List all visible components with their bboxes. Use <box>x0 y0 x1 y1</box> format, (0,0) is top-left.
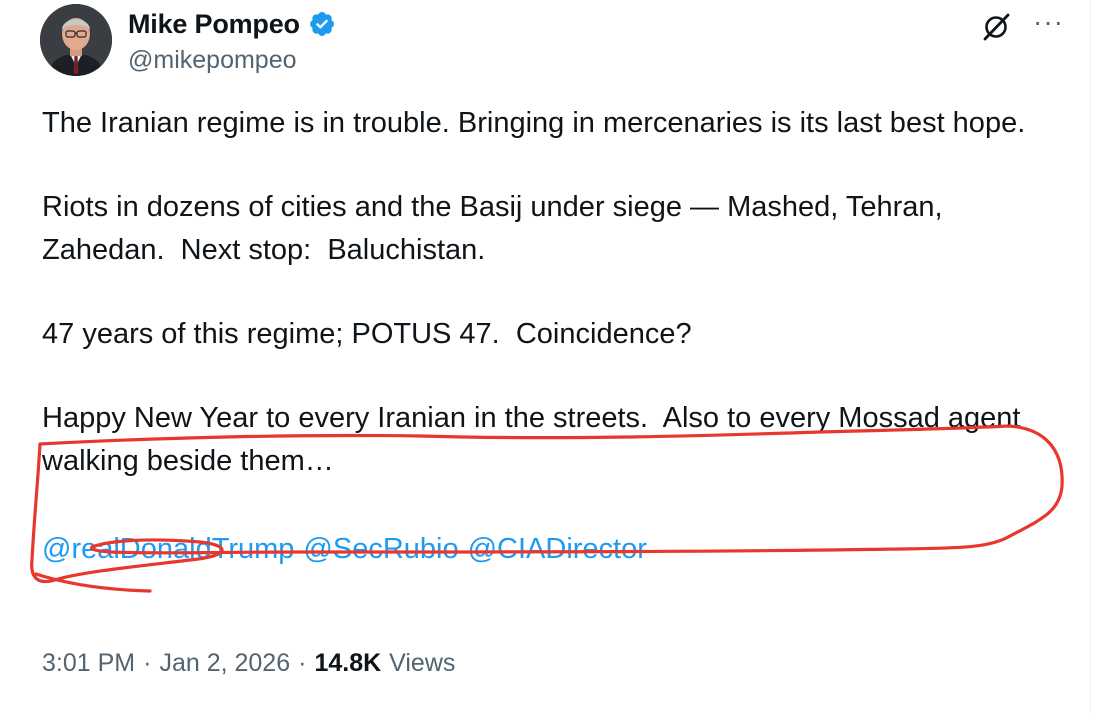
tweet-paragraph: The Iranian regime is in trouble. Bringi… <box>42 107 1026 139</box>
tweet-card: Mike Pompeo @mikepompeo ··· The Iranian … <box>0 0 1091 714</box>
author-block: Mike Pompeo @mikepompeo <box>128 6 336 75</box>
tweet-meta: 3:01 PM · Jan 2, 2026 · 14.8K Views <box>42 649 455 678</box>
tweet-paragraph: 47 years of this regime; POTUS 47. Coinc… <box>42 318 692 350</box>
top-actions: ··· <box>981 8 1064 42</box>
name-row: Mike Pompeo <box>128 6 336 42</box>
meta-separator: · <box>298 649 307 677</box>
avatar[interactable] <box>40 4 112 76</box>
tweet-paragraph: Riots in dozens of cities and the Basij … <box>42 191 951 266</box>
tweet-text: The Iranian regime is in trouble. Bringi… <box>42 102 1052 571</box>
display-name[interactable]: Mike Pompeo <box>128 9 300 40</box>
avatar-image <box>40 4 112 76</box>
mention-link[interactable]: @SecRubio <box>303 528 458 571</box>
grok-icon[interactable] <box>981 12 1011 42</box>
more-options-icon[interactable]: ··· <box>1033 8 1064 36</box>
handle[interactable]: @mikepompeo <box>128 46 336 75</box>
verified-badge-icon[interactable] <box>308 10 336 38</box>
mention-link[interactable]: @CIADirector <box>468 528 647 571</box>
tweet-paragraph-highlighted: Happy New Year to every Iranian in the s… <box>42 402 1029 477</box>
mention-link[interactable]: @realDonaldTrump <box>42 528 294 571</box>
meta-separator: · <box>143 649 152 677</box>
tweet-date[interactable]: Jan 2, 2026 <box>159 649 290 678</box>
mentions-row: @realDonaldTrump @SecRubio @CIADirector <box>42 528 1052 571</box>
views-label: Views <box>389 649 456 677</box>
tweet-time[interactable]: 3:01 PM <box>42 649 135 678</box>
views-count[interactable]: 14.8K <box>314 649 381 678</box>
